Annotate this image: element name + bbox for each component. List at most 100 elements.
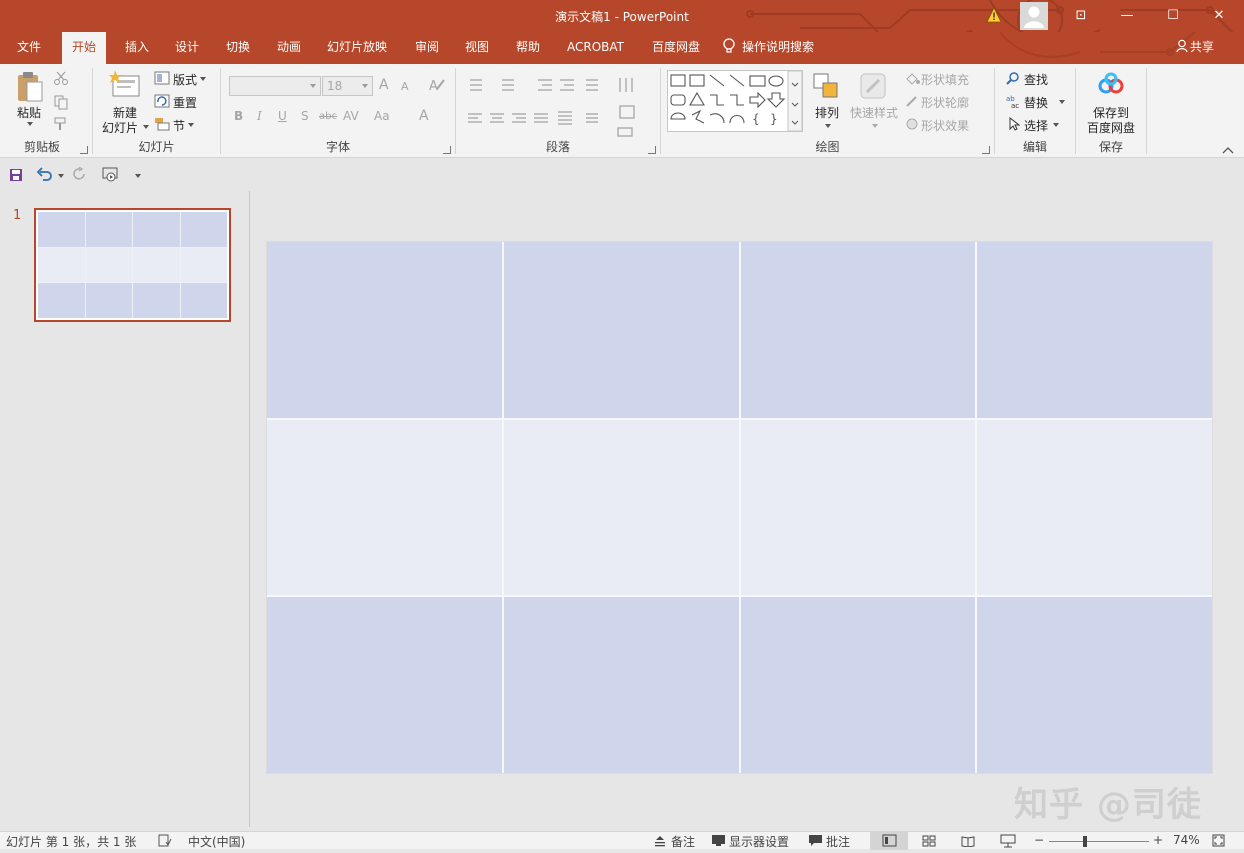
new-slide-dropdown-icon[interactable] bbox=[143, 125, 149, 129]
shape-effects-button[interactable]: 形状效果 bbox=[921, 117, 969, 134]
baidu-netdisk-icon[interactable] bbox=[1097, 72, 1125, 96]
paragraph-launcher-icon[interactable] bbox=[648, 146, 656, 154]
language-status[interactable]: 中文(中国) bbox=[188, 833, 245, 850]
section-button[interactable]: 节 bbox=[173, 117, 185, 134]
zoom-in-button[interactable]: + bbox=[1153, 833, 1163, 847]
table-cell[interactable] bbox=[977, 597, 1212, 773]
warning-icon[interactable] bbox=[986, 7, 1002, 23]
minimize-button[interactable]: — bbox=[1104, 0, 1150, 32]
new-slide-icon[interactable] bbox=[109, 70, 141, 100]
shape-effects-icon[interactable] bbox=[904, 117, 920, 131]
paste-label[interactable]: 粘贴 bbox=[17, 104, 41, 121]
table-cell[interactable] bbox=[740, 242, 976, 418]
normal-view-button[interactable] bbox=[870, 832, 908, 850]
slide-sorter-icon[interactable] bbox=[922, 835, 936, 847]
clipboard-launcher-icon[interactable] bbox=[80, 146, 88, 154]
table-cell[interactable] bbox=[977, 419, 1212, 596]
zoom-out-button[interactable]: − bbox=[1034, 833, 1044, 847]
redo-icon[interactable] bbox=[73, 167, 87, 181]
tab-insert[interactable]: 插入 bbox=[115, 32, 159, 64]
zoom-slider-thumb[interactable] bbox=[1082, 836, 1087, 847]
comments-button[interactable]: 批注 bbox=[826, 833, 850, 850]
table-cell[interactable] bbox=[740, 419, 976, 596]
format-painter-icon[interactable] bbox=[53, 116, 69, 132]
zoom-slider-track[interactable] bbox=[1049, 841, 1149, 842]
user-avatar[interactable] bbox=[1020, 2, 1048, 30]
table-cell[interactable] bbox=[267, 242, 502, 418]
spellcheck-icon[interactable] bbox=[158, 834, 172, 847]
layout-dropdown-icon[interactable] bbox=[200, 77, 206, 81]
tell-me-box[interactable]: 操作说明搜索 bbox=[722, 32, 814, 64]
share-button[interactable]: 共享 bbox=[1166, 32, 1224, 64]
cut-icon[interactable] bbox=[53, 70, 69, 86]
section-dropdown-icon[interactable] bbox=[188, 123, 194, 127]
font-name-combo[interactable] bbox=[229, 76, 321, 96]
new-slide-label-2[interactable]: 幻灯片 bbox=[102, 119, 138, 136]
select-button[interactable]: 选择 bbox=[1024, 117, 1048, 134]
restore-button[interactable]: ☐ bbox=[1150, 0, 1196, 32]
ribbon-display-options-button[interactable]: ⊡ bbox=[1058, 0, 1104, 32]
zoom-level[interactable]: 74% bbox=[1173, 833, 1200, 847]
quick-styles-dropdown-icon[interactable] bbox=[872, 124, 878, 128]
replace-icon[interactable]: ab ac bbox=[1006, 94, 1022, 108]
find-icon[interactable] bbox=[1006, 71, 1020, 85]
table-cell[interactable] bbox=[977, 242, 1212, 418]
replace-button[interactable]: 替换 bbox=[1024, 94, 1048, 111]
tab-file[interactable]: 文件 bbox=[7, 32, 51, 64]
layout-icon[interactable] bbox=[154, 71, 170, 85]
table-cell[interactable] bbox=[503, 419, 739, 596]
undo-dropdown-icon[interactable] bbox=[58, 174, 64, 178]
undo-icon[interactable] bbox=[36, 167, 54, 181]
font-size-combo[interactable]: 18 bbox=[322, 76, 373, 96]
arrange-dropdown-icon[interactable] bbox=[825, 124, 831, 128]
comments-icon[interactable] bbox=[808, 834, 823, 847]
reading-view-icon[interactable] bbox=[961, 835, 975, 847]
reset-button[interactable]: 重置 bbox=[173, 94, 197, 111]
customize-qat-icon[interactable] bbox=[135, 174, 141, 178]
fit-to-window-icon[interactable] bbox=[1212, 834, 1225, 847]
select-dropdown-icon[interactable] bbox=[1053, 123, 1059, 127]
paragraph-icons[interactable] bbox=[466, 76, 656, 138]
italic-button[interactable]: I bbox=[257, 109, 262, 123]
shapes-gallery[interactable]: { } bbox=[667, 70, 803, 132]
slideshow-view-icon[interactable] bbox=[1000, 834, 1016, 848]
strikethrough-button[interactable]: abc bbox=[319, 111, 337, 122]
tab-help[interactable]: 帮助 bbox=[506, 32, 550, 64]
change-case-button[interactable]: Aa bbox=[374, 109, 390, 123]
table-cell[interactable] bbox=[503, 242, 739, 418]
save-icon[interactable] bbox=[9, 168, 23, 182]
paste-dropdown-icon[interactable] bbox=[27, 122, 33, 126]
slide-canvas[interactable] bbox=[266, 241, 1213, 774]
tab-transitions[interactable]: 切换 bbox=[216, 32, 260, 64]
tab-design[interactable]: 设计 bbox=[165, 32, 209, 64]
shadow-button[interactable]: S bbox=[301, 109, 309, 123]
slideshow-from-start-icon[interactable] bbox=[102, 167, 120, 183]
display-settings-icon[interactable] bbox=[711, 834, 726, 847]
shape-outline-button[interactable]: 形状轮廓 bbox=[921, 94, 969, 111]
select-cursor-icon[interactable] bbox=[1008, 117, 1020, 131]
arrange-label[interactable]: 排列 bbox=[815, 104, 839, 121]
notes-icon[interactable] bbox=[654, 835, 666, 847]
tab-view[interactable]: 视图 bbox=[455, 32, 499, 64]
bold-button[interactable]: B bbox=[234, 109, 243, 123]
table-cell[interactable] bbox=[503, 597, 739, 773]
table-grid[interactable] bbox=[267, 242, 1212, 773]
quick-styles-icon[interactable] bbox=[857, 70, 889, 102]
shape-fill-button[interactable]: 形状填充 bbox=[921, 71, 969, 88]
clear-format-icon[interactable]: A bbox=[428, 77, 446, 93]
font-color-button[interactable]: A bbox=[419, 108, 429, 124]
tab-animations[interactable]: 动画 bbox=[267, 32, 311, 64]
slide-thumbnail[interactable] bbox=[34, 208, 231, 322]
reset-icon[interactable] bbox=[154, 94, 170, 108]
char-spacing-button[interactable]: AV bbox=[343, 109, 359, 123]
section-icon[interactable] bbox=[154, 117, 170, 131]
tab-home[interactable]: 开始 bbox=[62, 32, 107, 64]
display-settings-button[interactable]: 显示器设置 bbox=[729, 833, 789, 850]
table-cell[interactable] bbox=[267, 597, 502, 773]
replace-dropdown-icon[interactable] bbox=[1059, 100, 1065, 104]
tab-slideshow[interactable]: 幻灯片放映 bbox=[317, 32, 397, 64]
underline-button[interactable]: U bbox=[278, 109, 287, 123]
shrink-font-button[interactable]: A bbox=[401, 80, 409, 93]
tab-review[interactable]: 审阅 bbox=[405, 32, 449, 64]
font-launcher-icon[interactable] bbox=[443, 146, 451, 154]
